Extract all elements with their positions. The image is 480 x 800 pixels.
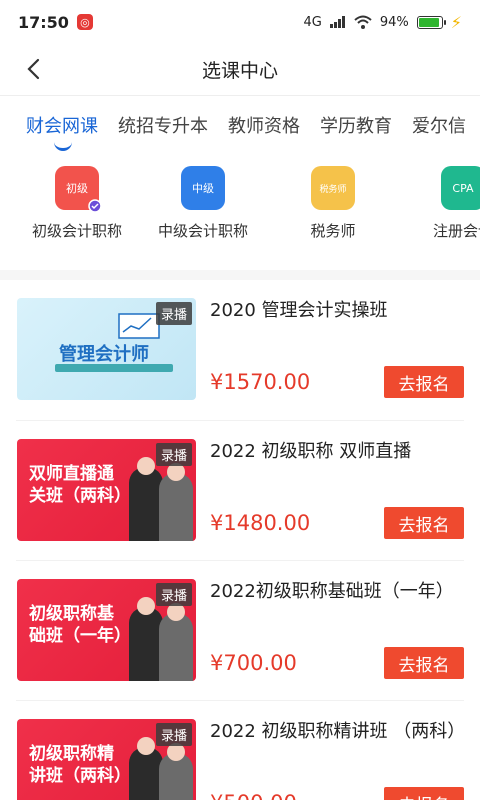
battery-percent: 94%	[379, 14, 409, 30]
page-title: 选课中心	[201, 60, 278, 82]
course-item[interactable]: 初级职称精讲班（两科） 录播 2022 初级职称精讲班 （两科） ¥500.00…	[16, 700, 466, 800]
subcat-cpa[interactable]: CPA 注册会计	[398, 166, 480, 270]
recorded-badge: 录播	[155, 723, 192, 746]
course-title: 2022 初级职称 双师直播	[210, 441, 412, 462]
battery-level-fill	[418, 17, 440, 27]
tab-teacher[interactable]: 教师资格	[228, 112, 300, 138]
recorded-badge: 录播	[155, 443, 192, 466]
subcat-label: 初级会计职称	[31, 222, 122, 240]
cpa-badge: CPA	[452, 181, 474, 195]
category-tabs: 财会网课 统招专升本 教师资格 学历教育 爱尔信	[0, 96, 480, 166]
course-list: 管理会计师 录播 2020 管理会计实操班 ¥1570.00 去报名 双师直播通…	[0, 280, 480, 800]
intermediate-accounting-icon: 中级	[181, 166, 225, 210]
recorded-badge: 录播	[155, 583, 192, 606]
course-bottom: ¥1480.00 去报名	[210, 507, 464, 539]
course-price: ¥1480.00	[210, 511, 311, 535]
battery-icon	[416, 15, 446, 29]
course-title: 2022初级职称基础班（一年）	[210, 581, 454, 602]
course-title: 2022 初级职称精讲班 （两科）	[210, 721, 466, 742]
status-time: 17:50	[18, 12, 69, 32]
tab-education[interactable]: 学历教育	[320, 112, 392, 138]
wifi-icon	[354, 15, 372, 29]
course-thumbnail: 初级职称基础班（一年） 录播	[17, 579, 196, 681]
tab-more[interactable]: 爱尔信	[412, 112, 466, 138]
enroll-button[interactable]: 去报名	[384, 366, 464, 398]
intermediate-badge: 中级	[192, 182, 214, 195]
course-thumbnail: 初级职称精讲班（两科） 录播	[17, 719, 196, 800]
status-right: 4G 94% ⚡	[304, 13, 463, 32]
enroll-button[interactable]: 去报名	[384, 507, 464, 539]
course-item[interactable]: 管理会计师 录播 2020 管理会计实操班 ¥1570.00 去报名	[0, 280, 480, 420]
tab-upgrade[interactable]: 统招专升本	[118, 112, 208, 138]
teacher-face	[137, 457, 155, 475]
subcat-tax[interactable]: 税务师 税务师	[268, 166, 398, 270]
course-price: ¥700.00	[210, 651, 297, 675]
recorded-badge: 录播	[155, 302, 192, 325]
subcat-label: 注册会计	[432, 222, 480, 240]
teacher-face	[137, 597, 155, 615]
teacher-face	[137, 737, 155, 755]
course-info: 2022 初级职称 双师直播 ¥1480.00 去报名	[210, 439, 464, 560]
teacher-figure	[129, 607, 163, 681]
signal-icon	[329, 16, 345, 28]
chart-illustration-icon	[118, 313, 160, 339]
course-thumbnail: 管理会计师 录播	[17, 298, 196, 400]
teacher-figure	[129, 467, 163, 541]
course-thumbnail: 双师直播通关班（两科） 录播	[17, 439, 196, 541]
chevron-left-icon	[27, 58, 40, 80]
network-label: 4G	[303, 14, 322, 30]
enroll-button[interactable]: 去报名	[384, 647, 464, 679]
course-price: ¥1570.00	[210, 370, 311, 394]
subcat-label: 中级会计职称	[157, 222, 248, 240]
status-bar: 17:50 ◎ 4G 94% ⚡	[0, 0, 480, 44]
back-button[interactable]	[18, 54, 48, 84]
teacher-figure	[159, 473, 193, 541]
charging-icon: ⚡	[450, 12, 462, 32]
course-bottom: ¥700.00 去报名	[210, 647, 464, 679]
tax-badge: 税务师	[319, 184, 347, 195]
app-notification-icon: ◎	[76, 14, 93, 30]
thumbnail-title: 管理会计师	[59, 344, 149, 365]
subcat-intermediate[interactable]: 中级 中级会计职称	[138, 166, 268, 270]
course-bottom: ¥500.00 去报名	[210, 787, 464, 800]
cpa-icon: CPA	[441, 166, 480, 210]
tab-accounting[interactable]: 财会网课	[26, 112, 98, 151]
thumbnail-strip	[55, 364, 173, 372]
course-info: 2022初级职称基础班（一年） ¥700.00 去报名	[210, 579, 464, 700]
junior-badge: 初级	[66, 182, 88, 195]
course-bottom: ¥1570.00 去报名	[210, 366, 464, 398]
course-info: 2022 初级职称精讲班 （两科） ¥500.00 去报名	[210, 719, 466, 800]
course-item[interactable]: 初级职称基础班（一年） 录播 2022初级职称基础班（一年） ¥700.00 去…	[16, 560, 464, 700]
enroll-button[interactable]: 去报名	[384, 787, 464, 800]
thumbnail-title: 初级职称精讲班（两科）	[29, 744, 131, 786]
subcategory-row: 初级 初级会计职称 中级 中级会计职称 税务师 税务师 CPA 注册会计	[0, 166, 480, 280]
teacher-figure	[159, 613, 193, 681]
course-price: ¥500.00	[210, 791, 297, 800]
nav-bar: 选课中心	[0, 44, 480, 96]
tax-advisor-icon: 税务师	[311, 166, 355, 210]
thumbnail-title: 初级职称基础班（一年）	[29, 604, 131, 646]
course-title: 2020 管理会计实操班	[210, 300, 388, 321]
subcat-junior[interactable]: 初级 初级会计职称	[16, 166, 138, 270]
thumbnail-title: 双师直播通关班（两科）	[29, 464, 131, 506]
course-info: 2020 管理会计实操班 ¥1570.00 去报名	[210, 298, 464, 420]
junior-accounting-icon: 初级	[55, 166, 102, 213]
subcat-label: 税务师	[310, 222, 356, 240]
course-item[interactable]: 双师直播通关班（两科） 录播 2022 初级职称 双师直播 ¥1480.00 去…	[16, 420, 464, 560]
